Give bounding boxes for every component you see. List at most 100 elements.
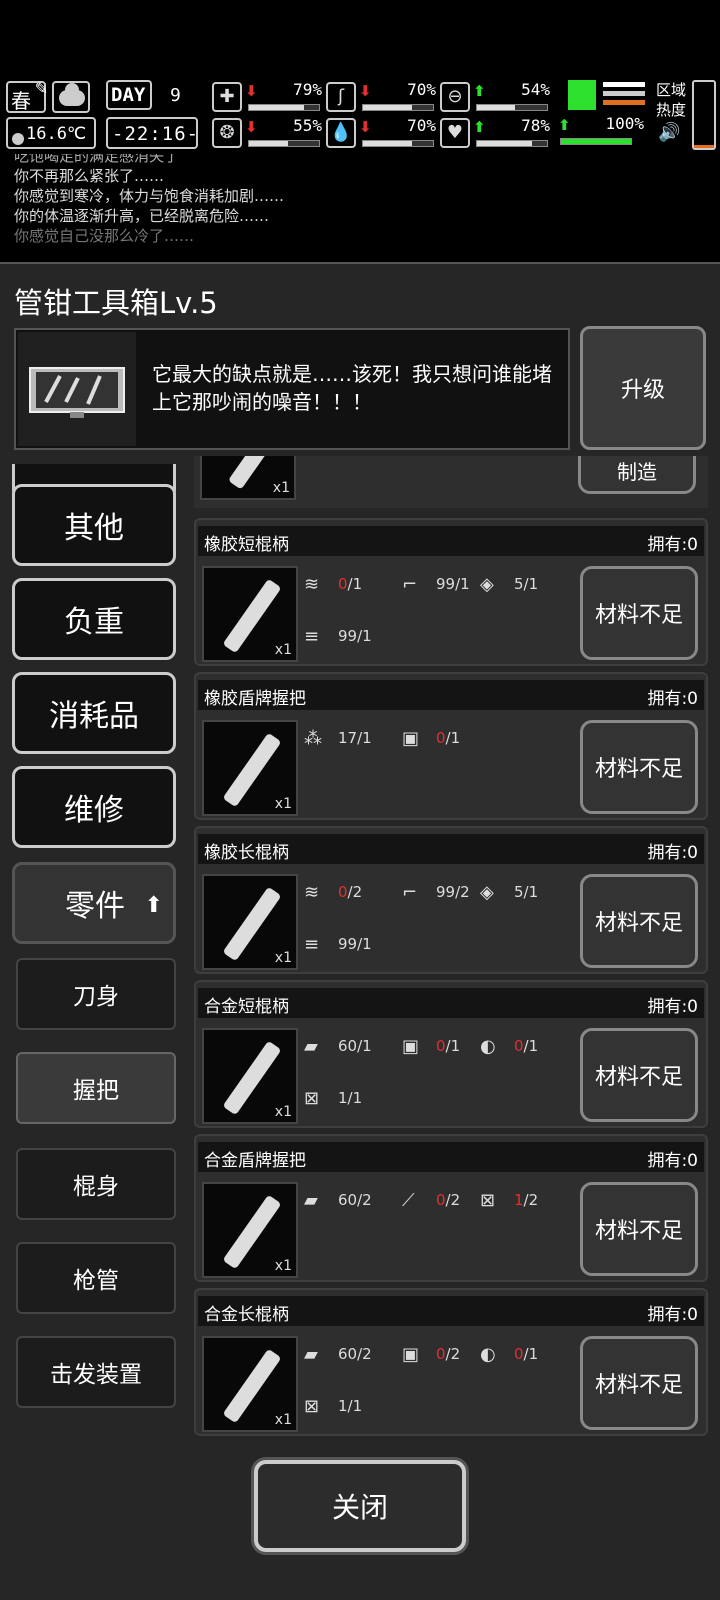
speaker-icon[interactable]: 🔊 xyxy=(658,122,680,143)
mood-bar xyxy=(476,140,548,147)
insufficient-materials-button[interactable]: 材料不足 xyxy=(580,720,698,814)
season-label: 春 xyxy=(11,89,31,113)
metal-plate-icon: ▰ xyxy=(304,1036,318,1057)
insufficient-materials-button[interactable]: 材料不足 xyxy=(580,1182,698,1276)
stomach-icon: ʃ xyxy=(326,82,356,112)
material-have: 99 xyxy=(338,935,358,953)
temperature-indicator: 16.6℃ xyxy=(6,117,96,149)
material-have: 0 xyxy=(436,729,446,747)
insufficient-materials-button[interactable]: 材料不足 xyxy=(580,874,698,968)
recipe-header: 合金盾牌握把 拥有:0 xyxy=(198,1142,704,1172)
material-need: /1 xyxy=(523,1037,539,1055)
trend-up-icon: ⬆ xyxy=(473,82,486,100)
recipe-quantity: x1 xyxy=(274,1258,292,1274)
recipe-thumbnail: x1 xyxy=(202,566,298,662)
material-have: 60 xyxy=(338,1037,358,1055)
material-requirement: ⁂ 17/1 xyxy=(304,728,372,754)
material-requirement: ▣ 0/1 xyxy=(402,728,460,754)
material-have: 0 xyxy=(436,1037,446,1055)
hunger-stat: ʃ ⬇ 70% xyxy=(326,80,438,114)
health-bar xyxy=(248,104,320,111)
thirst-bar xyxy=(362,140,434,147)
category-other[interactable]: 其他 xyxy=(12,484,176,566)
mood-percent: 78% xyxy=(521,116,550,135)
material-have: 0 xyxy=(514,1037,524,1055)
insufficient-materials-button[interactable]: 材料不足 xyxy=(580,566,698,660)
trend-down-icon: ⬇ xyxy=(245,118,258,136)
material-requirement: ≡ 99/1 xyxy=(304,934,372,960)
recipe-header: 合金短棍柄 拥有:0 xyxy=(198,988,704,1018)
category-load[interactable]: 负重 xyxy=(12,578,176,660)
trend-up-icon: ⬆ xyxy=(558,116,571,134)
recipe-thumbnail: x1 xyxy=(202,874,298,970)
material-requirement: ⊠ 1/1 xyxy=(304,1396,362,1422)
owned-count: 拥有:0 xyxy=(647,843,698,863)
trend-up-icon: ⬆ xyxy=(473,118,486,136)
boot-icon xyxy=(568,80,596,110)
pen-icon: ✎ xyxy=(34,79,48,98)
mood-stat: ♥ ⬆ 78% xyxy=(440,116,552,150)
material-need: /2 xyxy=(445,1345,461,1363)
description-text: 它最大的缺点就是……该死！我只想问谁能堵上它那吵闹的噪音！！！ xyxy=(152,362,552,414)
rubber-coil-icon: ≋ xyxy=(304,882,320,903)
material-requirement: ◐ 0/1 xyxy=(480,1344,538,1370)
recipe-quantity: x1 xyxy=(274,1104,292,1120)
zone-heat-label: 区域 热度 xyxy=(656,81,687,119)
subcategory-grip[interactable]: 握把 xyxy=(16,1052,176,1124)
subcategory-shaft[interactable]: 棍身 xyxy=(16,1148,176,1220)
material-have: 1 xyxy=(338,1089,348,1107)
recipe-card: 橡胶长棍柄 拥有:0 x1 ≋ 0/2 ⌐ 99/2 ◈ 5/1 ≡ 99/1 材料不足 xyxy=(194,826,708,974)
recipe-list[interactable]: x1 制造 橡胶短棍柄 拥有:0 x1 ≋ 0/1 ⌐ 99/1 ◈ 5/1 ≡ 99/1 材料不足橡… xyxy=(194,456,710,1456)
material-need: /1 xyxy=(445,729,461,747)
material-need: /1 xyxy=(347,1397,363,1415)
thermometer-icon xyxy=(12,133,24,145)
sanity-stat: ❂ ⬇ 55% xyxy=(212,116,324,150)
glue-tube-icon: ⟋ xyxy=(402,1190,415,1211)
weather-indicator xyxy=(52,81,90,113)
medkit-icon: ✚ xyxy=(212,82,242,112)
insufficient-materials-button[interactable]: 材料不足 xyxy=(580,1028,698,1122)
material-have: 1 xyxy=(514,1191,524,1209)
category-repair[interactable]: 维修 xyxy=(12,766,176,848)
cloth-icon: ◈ xyxy=(480,574,494,595)
recipe-name: 橡胶盾牌握把 xyxy=(204,689,306,709)
upgrade-button[interactable]: 升级 xyxy=(580,326,706,450)
category-consumables[interactable]: 消耗品 xyxy=(12,672,176,754)
sanity-bar xyxy=(248,140,320,147)
toolbox-icon: ⊠ xyxy=(480,1190,496,1211)
subcategory-firing-mechanism[interactable]: 击发装置 xyxy=(16,1336,176,1408)
material-have: 99 xyxy=(436,575,456,593)
debris-icon: ⁂ xyxy=(304,728,322,749)
material-requirement: ◈ 5/1 xyxy=(480,882,538,908)
material-need: /1 xyxy=(445,1037,461,1055)
material-requirement: ⊠ 1/2 xyxy=(480,1190,538,1216)
day-label: DAY xyxy=(106,80,152,110)
material-need: /1 xyxy=(523,1345,539,1363)
stamina-percent: 54% xyxy=(521,80,550,99)
material-need: /2 xyxy=(455,883,470,901)
craft-button[interactable]: 制造 xyxy=(578,456,696,494)
recipe-card: 合金短棍柄 拥有:0 x1 ▰ 60/1 ▣ 0/1 ◐ 0/1 ⊠ 1/1 材料不足 xyxy=(194,980,708,1128)
close-button[interactable]: 关闭 xyxy=(254,1460,466,1552)
owned-count: 拥有:0 xyxy=(647,535,698,555)
material-have: 99 xyxy=(338,627,358,645)
subcategory-barrel[interactable]: 枪管 xyxy=(16,1242,176,1314)
stamina-stripes xyxy=(603,82,645,110)
material-have: 0 xyxy=(338,883,348,901)
recipe-thumbnail: x1 xyxy=(202,1028,298,1124)
subcategory-blade[interactable]: 刀身 xyxy=(16,958,176,1030)
pipe-icon: ⌐ xyxy=(402,882,418,903)
material-need: /1 xyxy=(347,575,363,593)
category-parts[interactable]: 零件 ⬆ xyxy=(12,862,176,944)
panel-title: 管钳工具箱Lv.5 xyxy=(14,286,218,320)
material-requirement: ◈ 5/1 xyxy=(480,574,538,600)
log-line: 你不再那么紧张了…… xyxy=(14,167,165,185)
insufficient-materials-button[interactable]: 材料不足 xyxy=(580,1336,698,1430)
material-requirement: ▣ 0/1 xyxy=(402,1036,460,1062)
recipe-card: 合金盾牌握把 拥有:0 x1 ▰ 60/2 ⟋ 0/2 ⊠ 1/2 材料不足 xyxy=(194,1134,708,1282)
recipe-name: 橡胶短棍柄 xyxy=(204,535,289,555)
log-line: 吃饱喝足的满足感消失了 xyxy=(14,154,180,165)
jerrycan-icon: ▣ xyxy=(402,1036,420,1057)
tape-roll-icon: ◐ xyxy=(480,1036,496,1057)
tape-roll-icon: ◐ xyxy=(480,1344,496,1365)
